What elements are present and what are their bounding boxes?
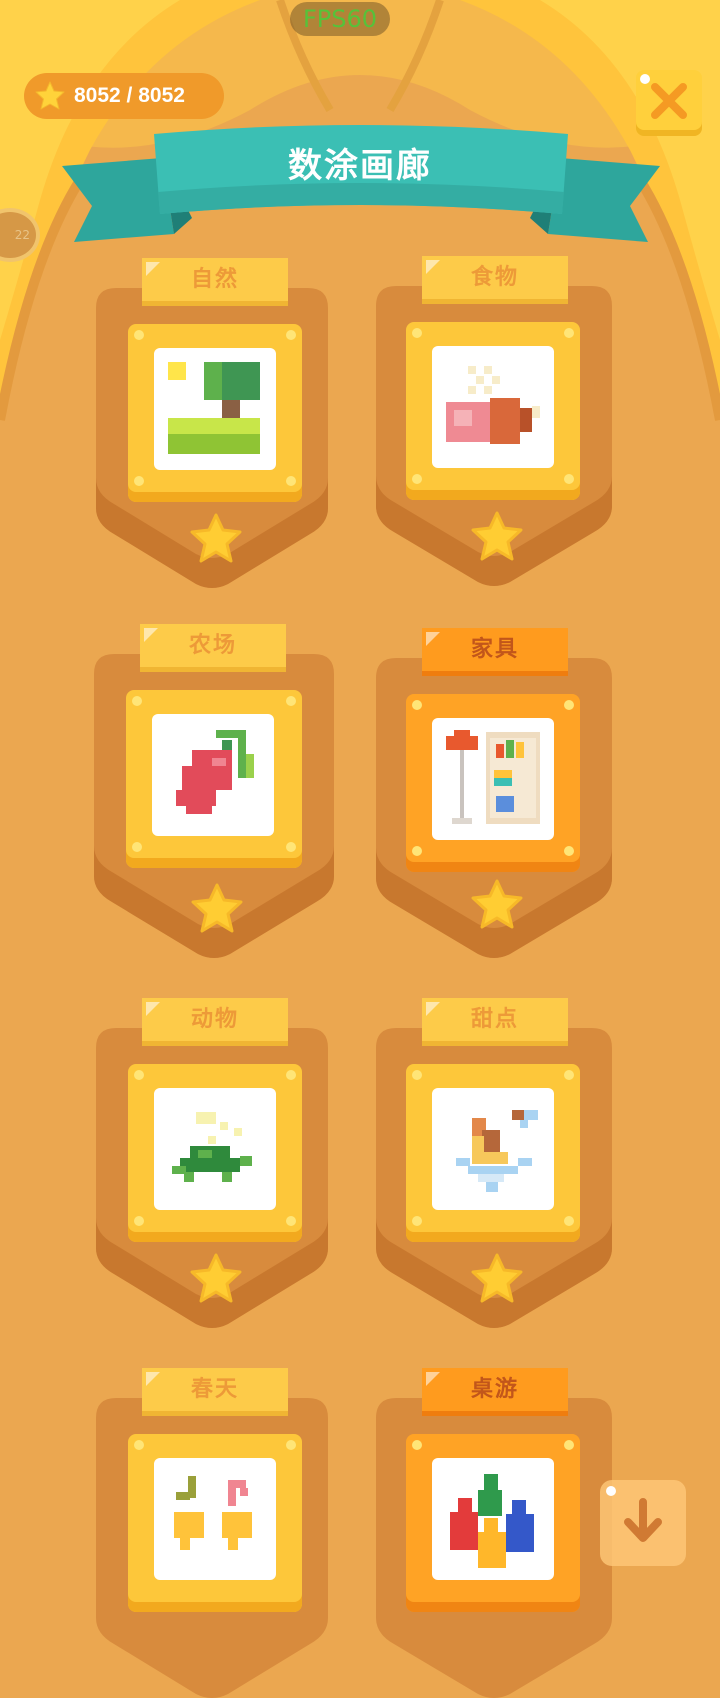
artwork-thumbnail-board-games xyxy=(432,1458,554,1580)
artwork-frame xyxy=(406,694,580,872)
artwork-frame xyxy=(406,1434,580,1612)
category-label: 甜点 xyxy=(470,1007,519,1032)
artwork-frame xyxy=(128,324,302,502)
star-icon xyxy=(35,81,65,110)
category-card-spring[interactable]: 春天 xyxy=(96,1368,336,1698)
category-card-food[interactable]: 食物 xyxy=(376,256,616,586)
category-tab: 春天 xyxy=(142,1368,288,1416)
category-tab: 自然 xyxy=(142,258,288,306)
category-label: 自然 xyxy=(190,267,239,292)
star-icon xyxy=(471,1253,523,1303)
category-label: 春天 xyxy=(190,1377,239,1402)
star-score-pill: 8052 / 8052 xyxy=(24,73,224,119)
artwork-thumbnail-nature xyxy=(154,348,276,470)
side-tab-label: 22 xyxy=(14,228,30,242)
category-label: 桌游 xyxy=(470,1377,519,1402)
category-card-animals[interactable]: 动物 xyxy=(96,998,336,1328)
scroll-down-button[interactable] xyxy=(600,1480,686,1566)
close-icon xyxy=(651,83,687,119)
category-tab: 桌游 xyxy=(422,1368,568,1416)
artwork-thumbnail-animals xyxy=(154,1088,276,1210)
artwork-frame xyxy=(128,1064,302,1242)
category-label: 家具 xyxy=(470,637,519,662)
star-icon xyxy=(190,513,242,563)
artwork-frame xyxy=(406,1064,580,1242)
category-label: 动物 xyxy=(190,1007,239,1032)
category-card-nature[interactable]: 自然 xyxy=(96,258,336,588)
category-card-desserts[interactable]: 甜点 xyxy=(376,998,616,1328)
category-card-farm[interactable]: 农场 xyxy=(94,624,334,958)
category-label: 食物 xyxy=(470,265,519,290)
category-tab: 食物 xyxy=(422,256,568,304)
artwork-thumbnail-food xyxy=(432,346,554,468)
category-label: 农场 xyxy=(188,633,237,658)
category-card-board-games[interactable]: 桌游 xyxy=(376,1368,616,1698)
arrow-down-icon xyxy=(624,1498,662,1542)
artwork-thumbnail-spring xyxy=(154,1458,276,1580)
fps-counter: FPS60 xyxy=(290,2,390,36)
artwork-frame xyxy=(126,690,302,868)
artwork-frame xyxy=(406,322,580,500)
category-tab: 动物 xyxy=(142,998,288,1046)
category-tab: 家具 xyxy=(422,628,568,676)
star-score-text: 8052 / 8052 xyxy=(74,84,185,107)
page-title: 数涂画廊 xyxy=(288,146,432,186)
artwork-thumbnail-desserts xyxy=(432,1088,554,1210)
category-tab: 甜点 xyxy=(422,998,568,1046)
category-tab: 农场 xyxy=(140,624,286,672)
star-icon xyxy=(471,879,523,929)
star-icon xyxy=(471,511,523,561)
star-icon xyxy=(191,883,243,933)
category-card-furniture[interactable]: 家具 xyxy=(376,628,616,958)
artwork-frame xyxy=(128,1434,302,1612)
artwork-thumbnail-furniture xyxy=(432,718,554,840)
artwork-thumbnail-farm xyxy=(152,714,274,836)
star-icon xyxy=(190,1253,242,1303)
